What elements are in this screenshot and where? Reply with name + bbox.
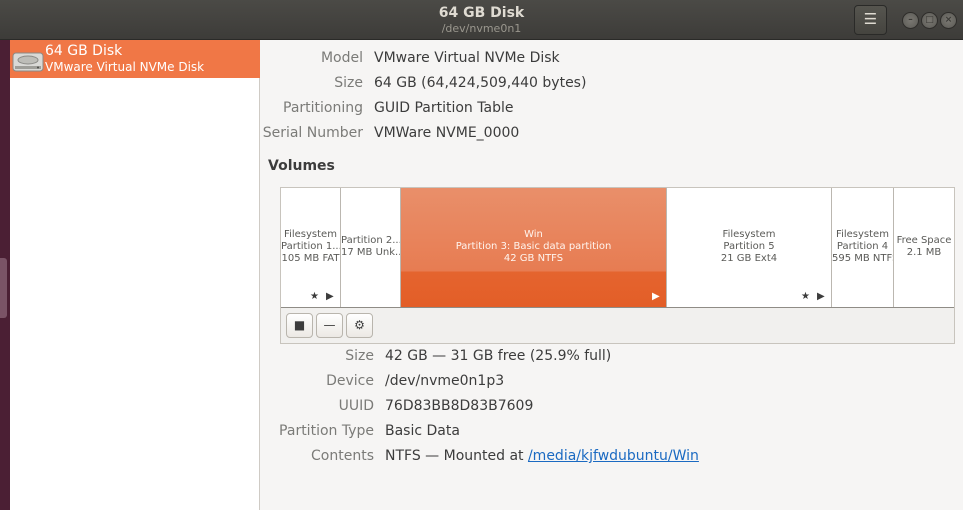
disk-details: Model VMware Virtual NVMe Disk Size 64 G…	[261, 40, 963, 510]
minimize-icon: –	[908, 15, 913, 25]
serial-label: Serial Number	[262, 125, 363, 141]
volume-segment-partition-2[interactable]: Partition 2... 17 MB Unk...	[341, 188, 401, 307]
play-icon: ▶	[817, 291, 825, 302]
segment-line: Filesystem	[722, 229, 776, 240]
mount-path-link[interactable]: /media/kjfwdubuntu/Win	[528, 448, 699, 464]
unmount-button[interactable]: ■	[286, 313, 313, 338]
title-bar: 64 GB Disk /dev/nvme0n1 ☰ – □ ×	[0, 0, 963, 40]
partition-type-value: Basic Data	[385, 423, 460, 439]
segment-line: 105 MB FAT	[281, 253, 340, 264]
device-label: Device	[326, 373, 374, 389]
volumes-heading: Volumes	[268, 158, 335, 174]
desktop-edge	[0, 40, 10, 510]
partition-options-button[interactable]: ⚙	[346, 313, 373, 338]
partition-size-label: Size	[345, 348, 374, 364]
sidebar-item-label: 64 GB Disk	[45, 43, 123, 59]
device-value: /dev/nvme0n1p3	[385, 373, 505, 389]
gear-icon: ⚙	[354, 318, 365, 332]
partitioning-label: Partitioning	[283, 100, 363, 116]
segment-line: 17 MB Unk...	[341, 247, 401, 258]
maximize-icon: □	[925, 15, 934, 25]
delete-partition-button[interactable]: —	[316, 313, 343, 338]
segment-line: Partition 4	[836, 241, 889, 252]
stop-icon: ■	[293, 318, 306, 332]
segment-line: Free Space	[896, 235, 952, 246]
play-icon: ▶	[652, 291, 660, 302]
model-label: Model	[320, 50, 363, 66]
volume-segment-partition-5[interactable]: Filesystem Partition 5 21 GB Ext4 ★ ▶	[667, 188, 832, 307]
play-icon: ▶	[326, 291, 334, 302]
minimize-button[interactable]: –	[902, 12, 919, 29]
uuid-label: UUID	[338, 398, 374, 414]
minus-icon: —	[323, 318, 336, 332]
volume-segment-free-space[interactable]: Free Space 2.1 MB	[894, 188, 954, 307]
size-label: Size	[334, 75, 363, 91]
segment-line: Partition 5	[723, 241, 775, 252]
device-sidebar: 64 GB Disk VMware Virtual NVMe Disk	[10, 40, 260, 510]
segment-line: Win	[524, 229, 543, 240]
segment-line: Filesystem	[284, 229, 337, 240]
menu-button[interactable]: ☰	[854, 5, 887, 35]
window-subtitle: /dev/nvme0n1	[441, 22, 522, 35]
segment-line: 21 GB Ext4	[720, 253, 778, 264]
partition-type-label: Partition Type	[279, 423, 374, 439]
star-icon: ★	[310, 291, 319, 302]
close-icon: ×	[944, 15, 953, 25]
contents-value: NTFS — Mounted at /media/kjfwdubuntu/Win	[385, 448, 699, 464]
volume-segment-partition-4[interactable]: Filesystem Partition 4 595 MB NTFS	[832, 188, 894, 307]
segment-line: 2.1 MB	[906, 247, 942, 258]
launcher-handle[interactable]	[0, 258, 7, 318]
star-icon: ★	[801, 291, 810, 302]
model-value: VMware Virtual NVMe Disk	[374, 50, 560, 66]
segment-line: 595 MB NTFS	[832, 253, 894, 264]
segment-line: Partition 2...	[341, 235, 401, 246]
serial-value: VMWare NVME_0000	[374, 125, 520, 141]
contents-label: Contents	[311, 448, 374, 464]
sidebar-item-sublabel: VMware Virtual NVMe Disk	[45, 60, 205, 74]
close-button[interactable]: ×	[940, 12, 957, 29]
partitioning-value: GUID Partition Table	[374, 100, 514, 116]
partition-size-value: 42 GB — 31 GB free (25.9% full)	[385, 348, 612, 364]
contents-text: NTFS — Mounted at	[385, 448, 528, 464]
volume-map: Filesystem Partition 1... 105 MB FAT ★ ▶…	[280, 187, 955, 344]
uuid-value: 76D83BB8D83B7609	[385, 398, 534, 414]
segment-line: Partition 1...	[281, 241, 341, 252]
disk-icon	[12, 52, 44, 72]
sidebar-item-disk[interactable]: 64 GB Disk VMware Virtual NVMe Disk	[10, 40, 260, 78]
segment-line: Partition 3: Basic data partition	[455, 241, 612, 252]
volume-segment-partition-1[interactable]: Filesystem Partition 1... 105 MB FAT ★ ▶	[281, 188, 341, 307]
size-value: 64 GB (64,424,509,440 bytes)	[374, 75, 587, 91]
hamburger-icon: ☰	[863, 10, 878, 28]
maximize-button[interactable]: □	[921, 12, 938, 29]
segment-line: Filesystem	[836, 229, 889, 240]
volume-segment-partition-3[interactable]: Win Partition 3: Basic data partition 42…	[401, 188, 667, 307]
segment-line: 42 GB NTFS	[503, 253, 564, 264]
volume-bar: Filesystem Partition 1... 105 MB FAT ★ ▶…	[281, 188, 954, 308]
window-title: 64 GB Disk	[438, 5, 525, 21]
